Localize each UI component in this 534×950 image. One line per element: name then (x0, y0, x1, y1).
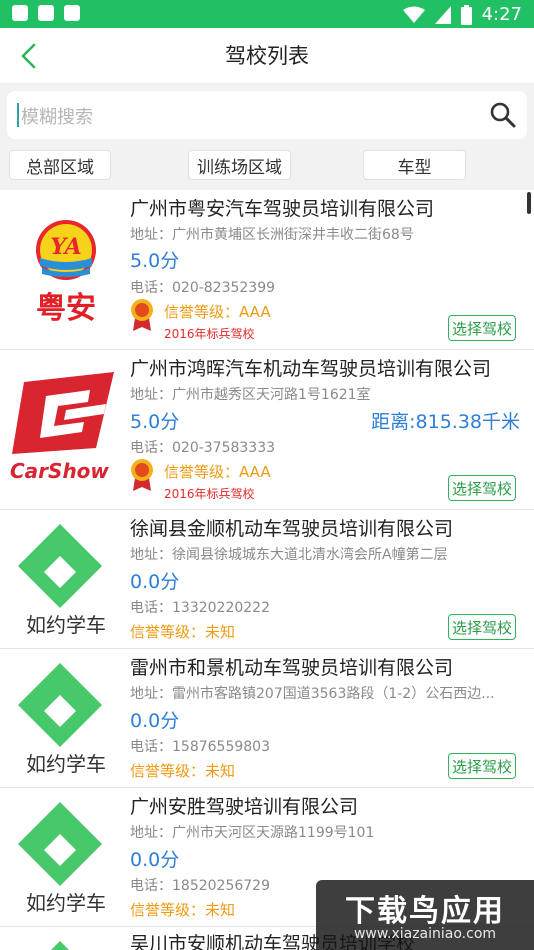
school-score: 5.0分 (130, 250, 180, 272)
search-icon[interactable] (489, 101, 517, 129)
school-name: 徐闻县金顺机动车驾驶员培训有限公司 (130, 518, 454, 540)
school-phone: 电话：020-82352399 (130, 280, 276, 296)
svg-text:CarShow: CarShow (10, 459, 109, 483)
app-notification-icon (64, 5, 80, 21)
wifi-icon (402, 6, 425, 23)
credit-rating: 信誉等级：未知 (130, 762, 236, 780)
battery-icon (460, 4, 472, 25)
credit-rating: 信誉等级：未知 (130, 901, 236, 919)
watermark-title: 下载鸟应用 (345, 894, 505, 929)
school-score: 5.0分 (130, 411, 180, 433)
status-bar: 4:27 (0, 0, 534, 28)
school-name: 广州安胜驾驶培训有限公司 (130, 796, 359, 818)
honor-tag: 2016年标兵驾校 (164, 327, 255, 341)
select-school-button[interactable]: 选择驾校 (448, 315, 516, 341)
credit-rating: 信誉等级：AAA (164, 303, 271, 321)
honor-tag: 2016年标兵驾校 (164, 487, 255, 501)
school-phone: 电话：13320220222 (130, 600, 270, 616)
school-address: 地址：广州市天河区天源路1199号101 (130, 825, 375, 841)
signal-icon (434, 5, 451, 24)
school-score: 0.0分 (130, 849, 180, 871)
svg-text:YA: YA (50, 234, 81, 260)
watermark: 下载鸟应用 www.xiazainiao.com (316, 880, 534, 950)
school-address: 地址：徐闻县徐城城东大道北清水湾会所A幢第二层 (130, 547, 448, 563)
select-school-button[interactable]: 选择驾校 (448, 475, 516, 501)
school-logo-ruyue (51, 941, 69, 950)
school-logo-yuean: YA 粤安 (36, 220, 96, 326)
svg-text:如约学车: 如约学车 (26, 613, 106, 637)
school-score: 0.0分 (130, 710, 180, 732)
credit-rating: 信誉等级：AAA (164, 463, 271, 481)
filter-car-type[interactable]: 车型 (363, 150, 466, 180)
school-distance: 距离:815.38千米 (371, 411, 520, 433)
filter-training-region[interactable]: 训练场区域 (188, 150, 291, 180)
medal-icon (131, 459, 153, 491)
school-phone: 电话：18520256729 (130, 878, 270, 894)
school-address: 地址：广州市黄埔区长洲街深井丰收二街68号 (130, 227, 414, 243)
list-item[interactable]: 如约学车 雷州市和景机动车驾驶员培训有限公司 地址：雷州市客路镇207国道356… (0, 649, 534, 788)
filter-hq-region[interactable]: 总部区域 (9, 150, 111, 180)
school-logo-carshow: CarShow (10, 372, 114, 483)
svg-text:如约学车: 如约学车 (26, 891, 106, 915)
school-logo-ruyue: 如约学车 (18, 663, 106, 776)
school-score: 0.0分 (130, 571, 180, 593)
mail-icon (38, 5, 54, 21)
app-bar: 驾校列表 (0, 28, 534, 84)
school-logo-ruyue: 如约学车 (18, 524, 106, 637)
credit-rating: 信誉等级：未知 (130, 623, 236, 641)
school-phone: 电话：15876559803 (130, 739, 270, 755)
text-caret (17, 103, 19, 127)
school-list: YA 粤安 广州市粤安汽车驾驶员培训有限公司 地址：广州市黄埔区长洲街深井丰收二… (0, 190, 534, 950)
svg-text:如约学车: 如约学车 (26, 752, 106, 776)
list-item[interactable]: 如约学车 徐闻县金顺机动车驾驶员培训有限公司 地址：徐闻县徐城城东大道北清水湾会… (0, 510, 534, 649)
search-input[interactable]: 模糊搜索 (7, 91, 527, 139)
list-item[interactable]: CarShow 广州市鸿晖汽车机动车驾驶员培训有限公司 地址：广州市越秀区天河路… (0, 350, 534, 510)
page-title: 驾校列表 (225, 44, 309, 68)
medal-icon (131, 299, 153, 331)
status-time: 4:27 (481, 4, 522, 25)
select-school-button[interactable]: 选择驾校 (448, 614, 516, 640)
sync-icon (12, 5, 28, 21)
school-name: 广州市粤安汽车驾驶员培训有限公司 (130, 198, 435, 220)
scrollbar[interactable] (527, 192, 531, 214)
filter-bar: 总部区域 训练场区域 车型 (0, 146, 534, 190)
search-placeholder: 模糊搜索 (21, 107, 93, 128)
school-name: 雷州市和景机动车驾驶员培训有限公司 (130, 657, 454, 679)
list-item[interactable]: YA 粤安 广州市粤安汽车驾驶员培训有限公司 地址：广州市黄埔区长洲街深井丰收二… (0, 190, 534, 350)
select-school-button[interactable]: 选择驾校 (448, 753, 516, 779)
school-logo-ruyue: 如约学车 (18, 802, 106, 915)
school-phone: 电话：020-37583333 (130, 440, 276, 456)
school-name: 广州市鸿晖汽车机动车驾驶员培训有限公司 (130, 358, 492, 380)
watermark-url: www.xiazainiao.com (353, 926, 497, 942)
search-area: 模糊搜索 (0, 84, 534, 146)
school-address: 地址：广州市越秀区天河路1号1621室 (130, 387, 371, 403)
school-address: 地址：雷州市客路镇207国道3563路段（1-2）公石西边... (130, 686, 495, 702)
svg-text:粤安: 粤安 (36, 291, 96, 326)
